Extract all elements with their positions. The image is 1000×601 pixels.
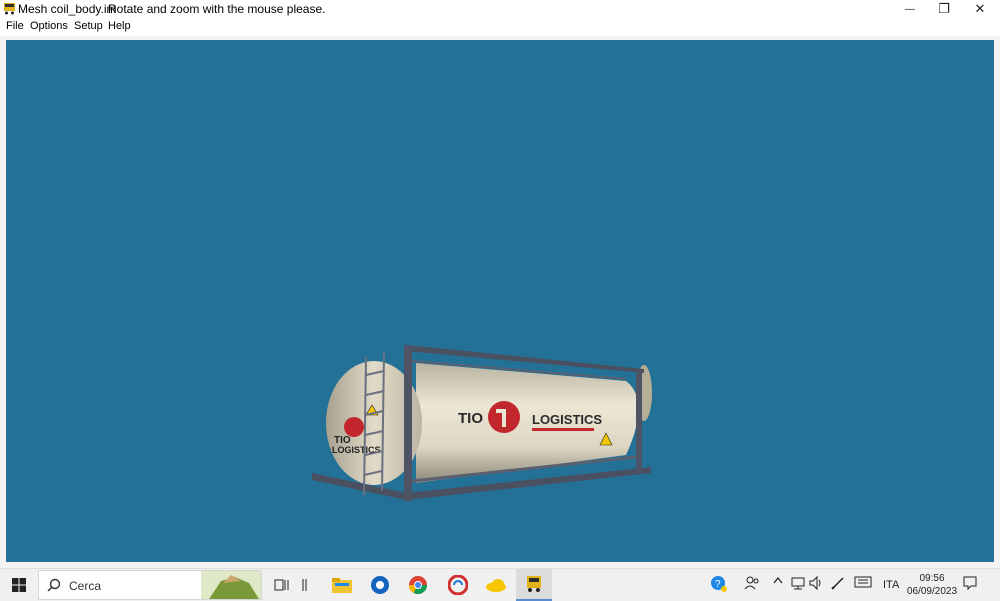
close-button[interactable]: ✕	[963, 0, 997, 18]
folder-icon	[332, 578, 352, 593]
end-logo-mark	[344, 417, 364, 437]
menu-setup[interactable]: Setup	[74, 20, 103, 32]
menu-bar: File Options Setup Help	[0, 18, 1000, 36]
3d-viewport[interactable]: TIO LOGISTICS TIO LOGISTICS	[6, 40, 994, 562]
onedrive-button[interactable]	[478, 569, 514, 601]
truck-app-button[interactable]	[516, 569, 552, 601]
menu-file[interactable]: File	[6, 20, 24, 32]
volume-icon[interactable]	[808, 575, 824, 591]
restore-button[interactable]: ❐	[927, 0, 961, 18]
clock-time: 09:56	[919, 573, 945, 584]
close-icon: ✕	[974, 1, 986, 16]
file-explorer-button[interactable]	[324, 569, 360, 601]
menu-options[interactable]: Options	[30, 20, 68, 32]
windows-icon	[12, 578, 26, 592]
help-icon[interactable]: ?	[710, 575, 728, 593]
chrome-icon	[409, 576, 427, 595]
taskbar-divider	[290, 569, 320, 601]
people-icon[interactable]	[744, 575, 760, 591]
task-view-icon	[274, 579, 289, 591]
window-hint: Rotate and zoom with the mouse please.	[108, 2, 326, 16]
notification-icon[interactable]	[962, 575, 978, 591]
cloud-icon	[486, 579, 506, 592]
chevron-up-icon[interactable]	[772, 575, 784, 587]
brand-left-text: TIO	[458, 410, 483, 427]
keyboard-icon[interactable]	[854, 575, 872, 589]
app-blue-icon	[371, 576, 389, 594]
taskbar: Cerca ? ITA 09:56 06/09/2023	[0, 568, 1000, 601]
clock[interactable]: 09:56 06/09/2023	[906, 572, 958, 598]
menu-help[interactable]: Help	[108, 20, 131, 32]
app-button-blue[interactable]	[362, 569, 398, 601]
start-button[interactable]	[0, 569, 38, 601]
ccleaner-icon	[448, 575, 468, 595]
app-truck-icon	[4, 3, 15, 15]
chrome-button[interactable]	[400, 569, 436, 601]
search-highlight-image	[201, 571, 261, 599]
network-icon[interactable]	[790, 575, 806, 591]
brand-right-text: LOGISTICS	[532, 412, 602, 427]
window-title: Mesh coil_body.im	[18, 2, 117, 16]
search-box[interactable]: Cerca	[38, 570, 262, 600]
tank-container-model: TIO LOGISTICS TIO LOGISTICS	[312, 345, 652, 501]
pen-icon[interactable]	[830, 575, 846, 591]
minimize-icon: —	[905, 3, 915, 15]
truck-icon	[527, 576, 541, 592]
minimize-button[interactable]: —	[893, 0, 927, 18]
frame-post-rear	[636, 369, 642, 473]
search-icon	[47, 578, 61, 592]
svg-text:?: ?	[715, 579, 721, 590]
frame-post-front	[404, 345, 412, 501]
divider-icon	[302, 579, 307, 591]
search-placeholder: Cerca	[69, 579, 102, 593]
ccleaner-button[interactable]	[440, 569, 476, 601]
title-bar: Mesh coil_body.im Rotate and zoom with t…	[0, 0, 1000, 18]
tank-body	[416, 363, 639, 483]
clock-date: 06/09/2023	[906, 586, 958, 597]
language-indicator[interactable]: ITA	[883, 579, 899, 591]
brand-underline	[532, 428, 594, 431]
restore-icon: ❐	[938, 1, 950, 16]
